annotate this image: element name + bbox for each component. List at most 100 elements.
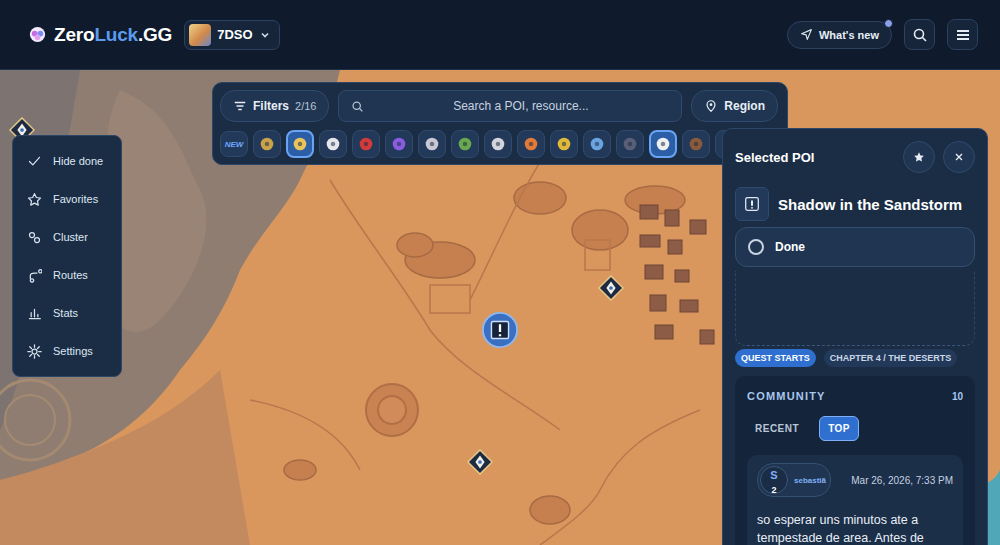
category-icon: [654, 135, 672, 153]
app: ZeroLuck.GG 7DSO What's new Filters 2/16 Sear…: [0, 0, 1000, 545]
side-menu-label: Cluster: [53, 231, 88, 243]
stats-icon: [27, 306, 42, 321]
category-filter[interactable]: [484, 130, 512, 158]
close-button[interactable]: [943, 141, 975, 173]
panel-header: Selected POI: [735, 141, 975, 173]
poi-tag[interactable]: QUEST STARTS: [735, 349, 816, 367]
category-filter[interactable]: [253, 130, 281, 158]
search-icon: [912, 27, 928, 43]
quest-icon: [735, 187, 769, 221]
filter-bar: Filters 2/16 Search a POI, resource... Regi…: [220, 90, 778, 122]
category-icon: [390, 135, 408, 153]
filter-panel: Filters 2/16 Search a POI, resource... Regi…: [212, 82, 788, 165]
comment-card: S2 sebastiã Mar 26, 2026, 7:33 PM so espera…: [747, 455, 963, 545]
star-icon: [27, 192, 42, 207]
send-icon: [800, 28, 813, 41]
poi-title-row: Shadow in the Sandstorm: [735, 187, 975, 221]
side-menu-item[interactable]: Favorites: [13, 180, 121, 218]
region-button[interactable]: Region: [691, 90, 778, 122]
waypoint-marker-icon: [598, 275, 624, 301]
whats-new-button[interactable]: What's new: [787, 21, 892, 49]
category-icon: [522, 135, 540, 153]
close-x-icon: [953, 151, 965, 163]
category-filter[interactable]: [583, 130, 611, 158]
side-menu: Hide done Favorites Cluster Routes Stats Sett…: [12, 135, 122, 377]
poi-description: [735, 271, 975, 346]
side-menu-item[interactable]: Cluster: [13, 218, 121, 256]
game-avatar: [189, 24, 211, 46]
category-filter[interactable]: [451, 130, 479, 158]
comment-text: so esperar uns minutos ate a tempestade …: [757, 511, 953, 545]
author-chip[interactable]: S2 sebastiã: [757, 463, 831, 497]
category-filter[interactable]: [550, 130, 578, 158]
side-menu-item[interactable]: Hide done: [13, 142, 121, 180]
author-name: sebastiã: [794, 476, 826, 485]
selected-poi-panel: Selected POI Shadow in the Sandstorm Done Q…: [722, 128, 988, 545]
category-filter[interactable]: [352, 130, 380, 158]
comment-date: Mar 26, 2026, 7:33 PM: [851, 475, 953, 486]
side-menu-item[interactable]: Stats: [13, 294, 121, 332]
community-tab[interactable]: RECENT: [747, 417, 807, 440]
top-bar: ZeroLuck.GG 7DSO What's new: [0, 0, 1000, 70]
logo-text: ZeroLuck.GG: [54, 24, 172, 46]
category-filter[interactable]: [616, 130, 644, 158]
filters-label: Filters: [253, 99, 289, 113]
filters-count: 2/16: [295, 100, 316, 112]
category-icon: [423, 135, 441, 153]
route-icon: [27, 268, 42, 283]
category-filter[interactable]: [319, 130, 347, 158]
filter-lines-icon: [233, 99, 247, 113]
map[interactable]: Filters 2/16 Search a POI, resource... Regi…: [0, 70, 1000, 545]
star-icon: [913, 151, 925, 163]
side-menu-label: Stats: [53, 307, 78, 319]
waypoint-marker-icon: [467, 449, 493, 475]
category-filter[interactable]: [517, 130, 545, 158]
region-label: Region: [724, 99, 765, 113]
category-filter[interactable]: [649, 130, 677, 158]
community-tab[interactable]: TOP: [819, 416, 859, 441]
map-pin[interactable]: [467, 449, 493, 475]
menu-button[interactable]: [947, 19, 978, 50]
category-filter[interactable]: [418, 130, 446, 158]
category-icon: [588, 135, 606, 153]
author-avatar: S2: [760, 466, 788, 494]
category-icon: [258, 135, 276, 153]
quest-exclamation-icon: [743, 195, 761, 213]
category-icon: [357, 135, 375, 153]
quest-marker-icon: [481, 311, 519, 349]
community-header: COMMUNITY 10: [747, 388, 963, 404]
category-filter[interactable]: [286, 130, 314, 158]
category-icon: [621, 135, 639, 153]
favorite-button[interactable]: [903, 141, 935, 173]
map-pin[interactable]: [481, 311, 519, 349]
category-icon: [489, 135, 507, 153]
category-icon: [324, 135, 342, 153]
done-radio: [748, 239, 764, 255]
search-icon: [351, 100, 364, 113]
side-menu-item[interactable]: Settings: [13, 332, 121, 370]
game-selector[interactable]: 7DSO: [184, 20, 279, 50]
side-menu-label: Settings: [53, 345, 93, 357]
poi-search-input[interactable]: Search a POI, resource...: [338, 90, 682, 122]
community-section: COMMUNITY 10 RECENT TOP S2 sebastiã Mar 26, 20…: [735, 376, 975, 545]
category-icon: [687, 135, 705, 153]
game-name: 7DSO: [217, 27, 252, 42]
category-filter[interactable]: [385, 130, 413, 158]
comment-header: S2 sebastiã Mar 26, 2026, 7:33 PM: [757, 463, 953, 497]
community-count: 10: [952, 391, 963, 402]
community-title: COMMUNITY: [747, 390, 826, 402]
new-filter-chip[interactable]: NEW: [220, 131, 248, 157]
side-menu-label: Hide done: [53, 155, 103, 167]
logo[interactable]: ZeroLuck.GG: [28, 24, 172, 46]
category-icon: [456, 135, 474, 153]
poi-tag[interactable]: CHAPTER 4 / THE DESERTS: [824, 349, 958, 367]
map-pin[interactable]: [598, 275, 624, 301]
filters-button[interactable]: Filters 2/16: [220, 90, 329, 122]
category-filter[interactable]: [682, 130, 710, 158]
update-dot: [884, 19, 893, 28]
search-button[interactable]: [904, 19, 935, 50]
done-toggle[interactable]: Done: [735, 227, 975, 267]
side-menu-item[interactable]: Routes: [13, 256, 121, 294]
panel-title: Selected POI: [735, 150, 814, 165]
check-icon: [27, 154, 42, 169]
